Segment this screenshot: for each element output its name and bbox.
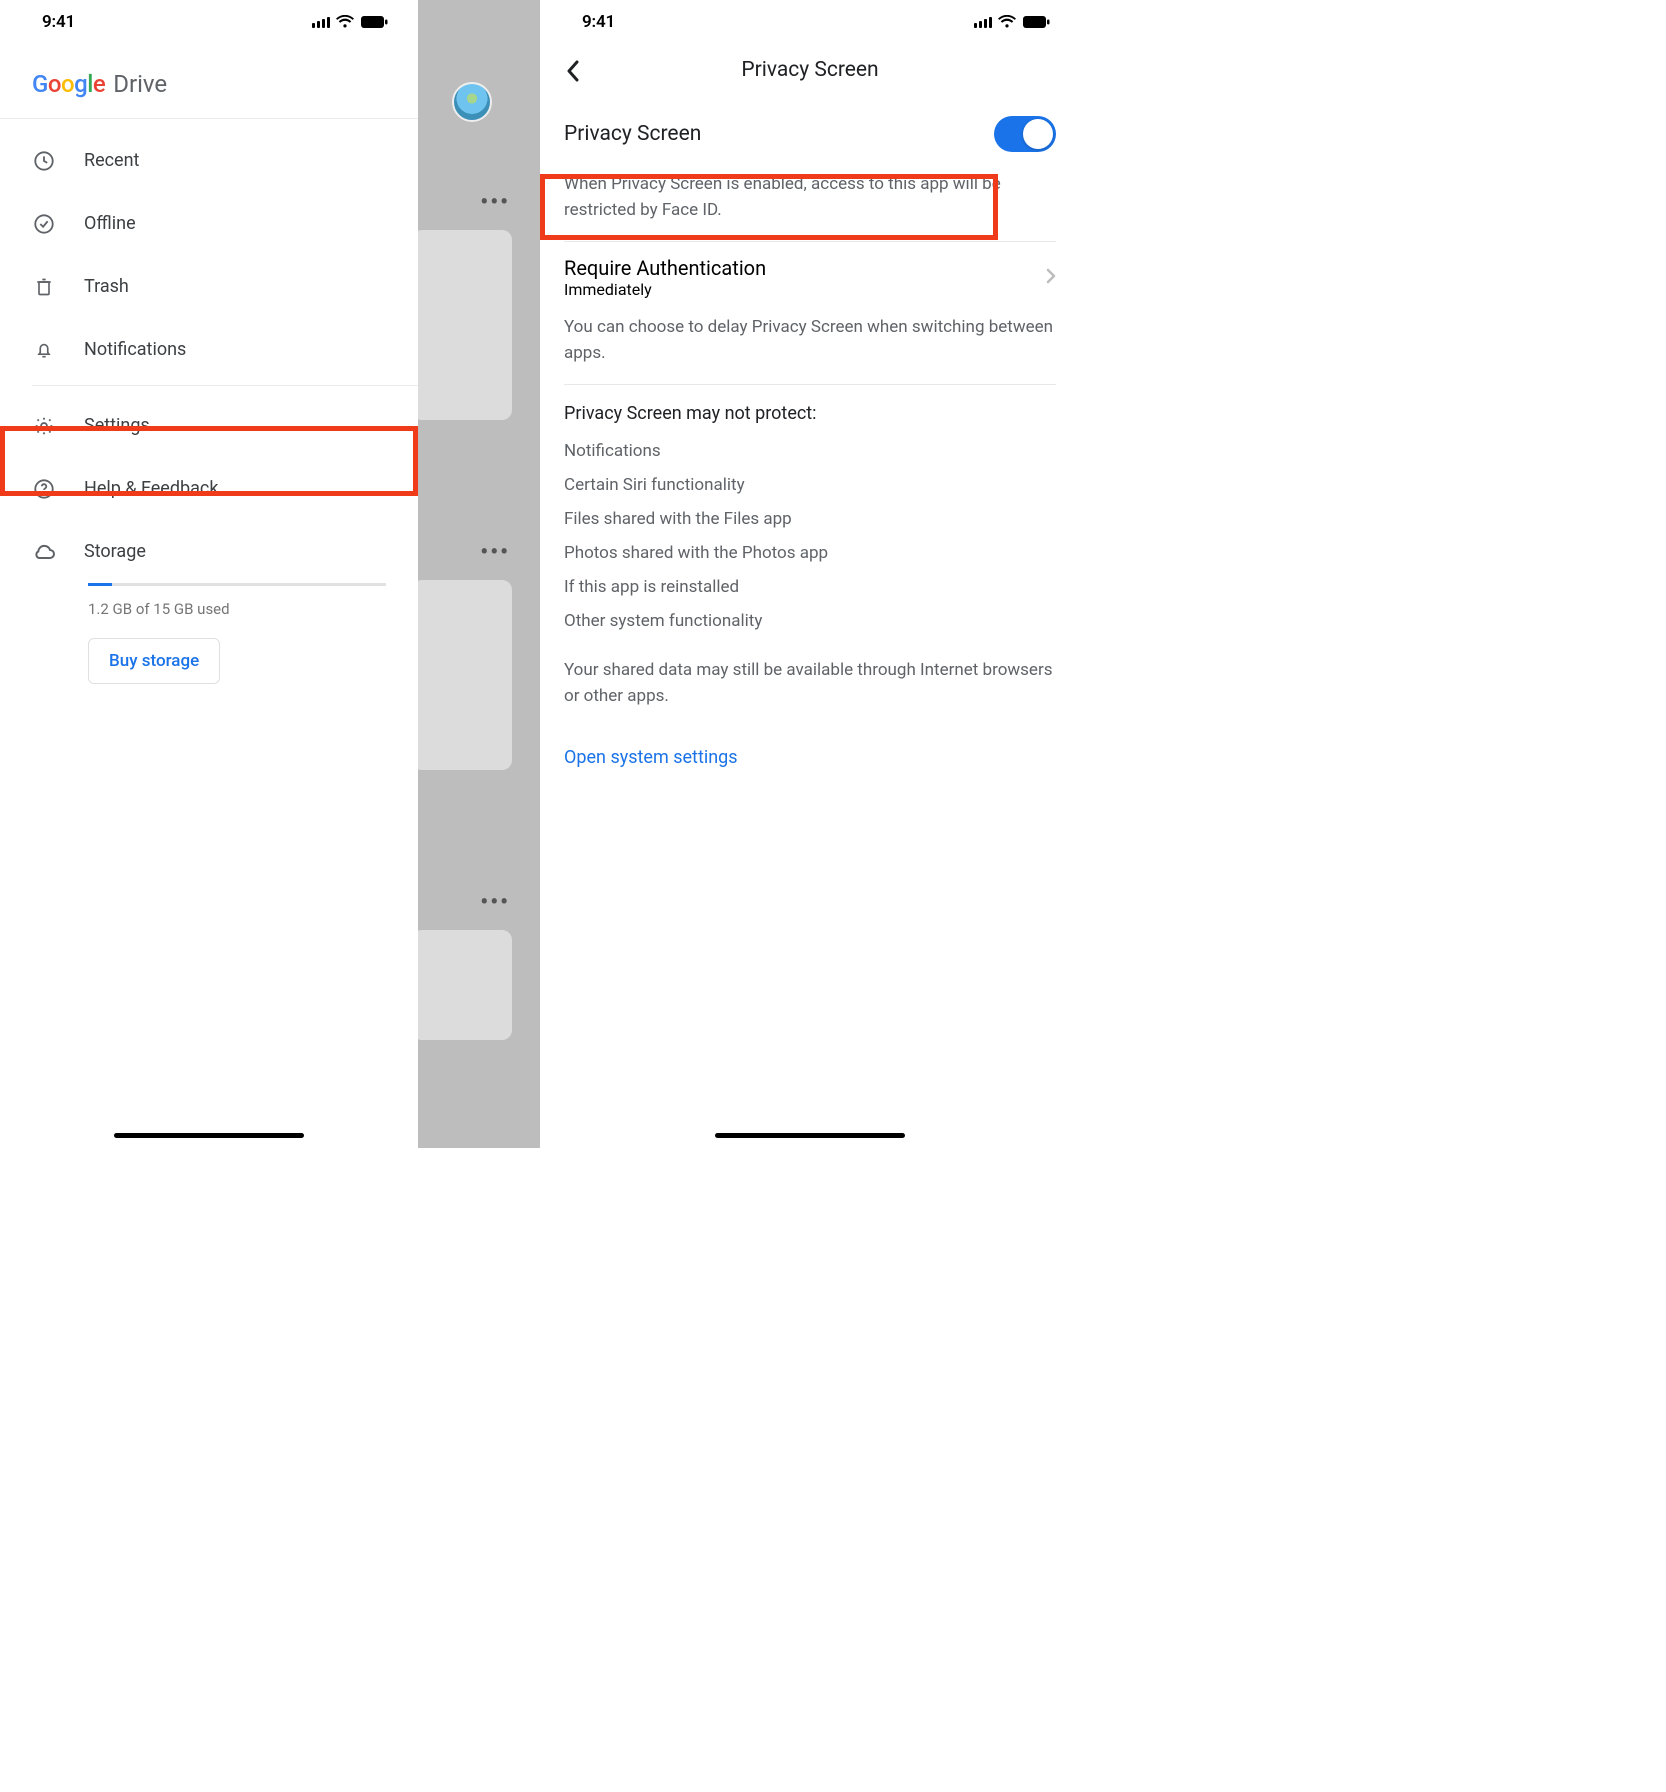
status-time: 9:41: [42, 12, 75, 32]
chevron-right-icon: [1046, 268, 1056, 288]
menu-item-recent[interactable]: Recent: [0, 129, 418, 192]
menu-item-trash[interactable]: Trash: [0, 255, 418, 318]
menu-label: Help & Feedback: [84, 478, 218, 499]
not-protect-list: NotificationsCertain Siri functionalityF…: [540, 434, 1080, 638]
menu-item-notifications[interactable]: Notifications: [0, 318, 418, 381]
privacy-toggle[interactable]: [994, 116, 1056, 152]
storage-progress: [88, 583, 386, 586]
status-time: 9:41: [582, 12, 615, 32]
not-protect-item: Notifications: [564, 434, 1056, 468]
cellular-icon: [312, 16, 330, 28]
bell-icon: [32, 339, 56, 361]
require-auth-label: Require Authentication: [564, 256, 766, 280]
buy-storage-button[interactable]: Buy storage: [88, 638, 220, 684]
storage-text: 1.2 GB of 15 GB used: [88, 600, 386, 618]
google-logo: Google: [32, 70, 105, 98]
not-protect-item: Photos shared with the Photos app: [564, 536, 1056, 570]
clock-icon: [32, 150, 56, 172]
cloud-icon: [32, 543, 56, 561]
back-button[interactable]: [558, 56, 588, 86]
navigation-drawer: 9:41 Google Drive Recent Offline: [0, 0, 418, 1148]
menu-divider: [32, 385, 418, 386]
brand-drive-label: Drive: [113, 70, 167, 98]
menu-item-offline[interactable]: Offline: [0, 192, 418, 255]
drawer-menu: Recent Offline Trash Notifications: [0, 119, 418, 684]
page-header: Privacy Screen: [540, 44, 1080, 96]
wifi-icon: [998, 15, 1016, 29]
require-auth-row[interactable]: Require Authentication Immediately: [540, 242, 1080, 301]
file-card: [412, 930, 512, 1040]
require-auth-description: You can choose to delay Privacy Screen w…: [540, 301, 1080, 384]
menu-label: Recent: [84, 150, 139, 171]
gear-icon: [32, 415, 56, 437]
home-indicator: [715, 1133, 905, 1138]
page-title: Privacy Screen: [741, 58, 878, 82]
battery-icon: [360, 15, 388, 29]
not-protect-title: Privacy Screen may not protect:: [564, 403, 1056, 424]
menu-label: Notifications: [84, 339, 186, 360]
menu-label: Trash: [84, 276, 129, 297]
menu-item-storage[interactable]: Storage: [0, 520, 418, 583]
privacy-screen-row: Privacy Screen: [540, 96, 1080, 168]
require-auth-value: Immediately: [564, 280, 766, 299]
wifi-icon: [336, 15, 354, 29]
privacy-footnote: Your shared data may still be available …: [540, 638, 1080, 727]
offline-icon: [32, 213, 56, 235]
battery-icon: [1022, 15, 1050, 29]
menu-item-settings[interactable]: Settings: [0, 394, 418, 457]
screen-drive-menu: ••• ••• ••• Files 9:41 Google: [0, 0, 540, 1148]
not-protect-item: Certain Siri functionality: [564, 468, 1056, 502]
file-card: [412, 580, 512, 770]
menu-label: Storage: [84, 541, 146, 562]
file-card: [412, 230, 512, 420]
storage-section: 1.2 GB of 15 GB used Buy storage: [0, 583, 418, 684]
menu-label: Settings: [84, 415, 150, 436]
cellular-icon: [974, 16, 992, 28]
chevron-left-icon: [566, 60, 580, 82]
privacy-toggle-label: Privacy Screen: [564, 122, 701, 146]
help-icon: [32, 478, 56, 500]
menu-item-help[interactable]: Help & Feedback: [0, 457, 418, 520]
more-icon[interactable]: •••: [480, 890, 510, 915]
more-icon[interactable]: •••: [480, 540, 510, 565]
not-protect-item: If this app is reinstalled: [564, 570, 1056, 604]
trash-icon: [32, 276, 56, 298]
more-icon[interactable]: •••: [480, 190, 510, 215]
open-system-settings-link[interactable]: Open system settings: [540, 727, 1080, 788]
status-bar: 9:41: [540, 0, 1080, 44]
menu-label: Offline: [84, 213, 136, 234]
not-protect-item: Files shared with the Files app: [564, 502, 1056, 536]
account-avatar[interactable]: [452, 82, 492, 122]
screen-privacy-screen: 9:41 Privacy Screen Privacy Screen When …: [540, 0, 1080, 1148]
not-protect-item: Other system functionality: [564, 604, 1056, 638]
status-bar: 9:41: [0, 0, 418, 44]
home-indicator: [114, 1133, 304, 1138]
brand-google-drive: Google Drive: [0, 44, 418, 119]
privacy-toggle-description: When Privacy Screen is enabled, access t…: [540, 168, 1080, 241]
